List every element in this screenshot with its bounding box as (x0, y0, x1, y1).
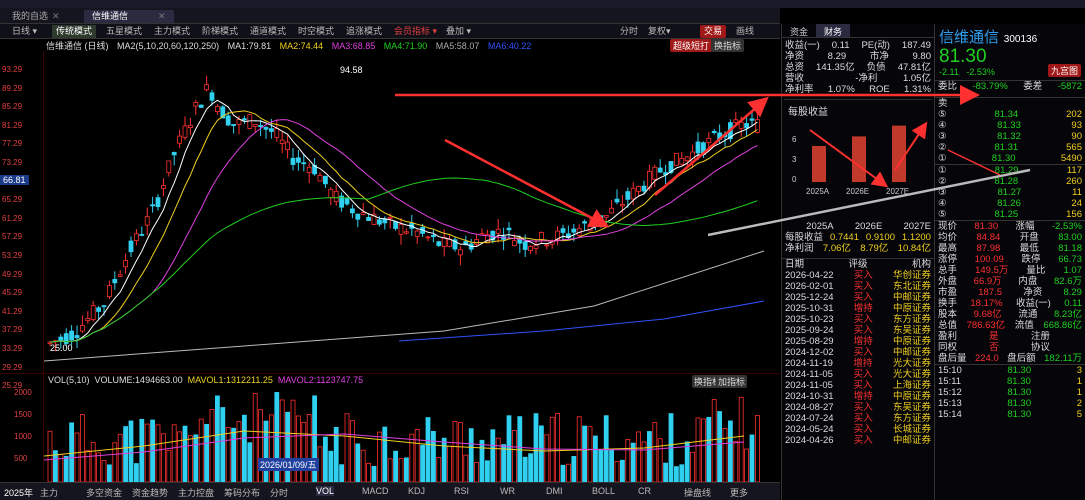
annotation-overlay (395, 85, 1031, 237)
annotation-line (947, 149, 1001, 176)
annotation-arrow (654, 96, 769, 196)
annotation-arrow (809, 129, 889, 188)
annotation-arrow (894, 121, 928, 171)
trend-line (707, 168, 1031, 237)
annotation-arrow (444, 138, 610, 228)
